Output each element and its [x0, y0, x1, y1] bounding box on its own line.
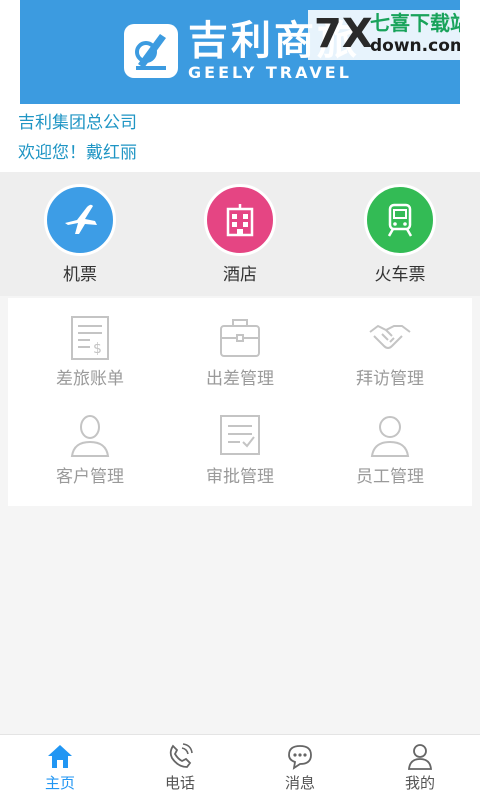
banner: 吉利商旅 GEELY TRAVEL 7X 七喜下载站 down.com: [20, 0, 460, 104]
quick-item-train[interactable]: 火车票: [350, 184, 450, 290]
grid-item-business-trip[interactable]: 出差管理: [165, 304, 315, 400]
quick-item-hotel[interactable]: 酒店: [190, 184, 290, 290]
employee-icon: [370, 416, 410, 457]
nav-messages[interactable]: 消息: [240, 735, 360, 800]
nav-phone[interactable]: 电话: [120, 735, 240, 800]
nav-label-home: 主页: [44, 774, 75, 792]
quick-item-flight[interactable]: 机票: [30, 184, 130, 290]
train-icon: [364, 184, 436, 256]
welcome-greeting: 欢迎您！戴红丽: [18, 143, 137, 163]
quick-label-hotel: 酒店: [223, 265, 257, 285]
quick-label-train: 火车票: [374, 265, 426, 285]
company-info: 吉利集团总公司 欢迎您！戴红丽: [0, 104, 480, 172]
logo-english-text: GEELY TRAVEL: [188, 63, 352, 82]
grid-label-business-trip: 出差管理: [206, 369, 274, 389]
grid-item-customer[interactable]: 客户管理: [15, 402, 165, 498]
profile-icon: [408, 744, 432, 770]
quick-booking-bar: 机票 酒店 火车票: [0, 172, 480, 296]
nav-home[interactable]: 主页: [0, 735, 120, 800]
grid-label-travel-bill: 差旅账单: [56, 369, 124, 389]
function-grid: $ 差旅账单 出差管理 拜访管理 客户管理 审批管理 员工管理: [8, 298, 472, 506]
banner-area: 吉利商旅 GEELY TRAVEL 7X 七喜下载站 down.com: [0, 0, 480, 104]
hotel-icon: [204, 184, 276, 256]
grid-item-visit[interactable]: 拜访管理: [315, 304, 465, 400]
nav-label-phone: 电话: [164, 774, 195, 792]
nav-profile[interactable]: 我的: [360, 735, 480, 800]
approval-icon: [220, 415, 260, 455]
phone-icon: [169, 743, 193, 768]
watermark: 7X 七喜下载站 down.com: [308, 10, 460, 60]
nav-label-profile: 我的: [404, 774, 435, 792]
grid-item-employee[interactable]: 员工管理: [315, 402, 465, 498]
watermark-mark: 7X: [314, 11, 373, 57]
quick-label-flight: 机票: [63, 265, 97, 285]
grid-label-approval: 审批管理: [206, 467, 274, 487]
svg-text:$: $: [93, 341, 102, 357]
bottom-nav: 主页 电话 消息 我的: [0, 734, 480, 800]
nav-label-messages: 消息: [284, 774, 315, 792]
company-name: 吉利集团总公司: [18, 113, 137, 133]
grid-item-travel-bill[interactable]: $ 差旅账单: [15, 304, 165, 400]
watermark-title: 七喜下载站: [370, 11, 460, 35]
grid-label-visit: 拜访管理: [356, 369, 424, 389]
grid-label-employee: 员工管理: [356, 467, 424, 487]
grid-label-customer: 客户管理: [56, 467, 124, 487]
geely-logo-icon: [124, 24, 178, 78]
plane-icon: [44, 184, 116, 256]
grid-item-approval[interactable]: 审批管理: [165, 402, 315, 498]
handshake-icon: [369, 324, 411, 349]
message-icon: [288, 745, 312, 770]
briefcase-icon: [220, 319, 260, 357]
watermark-domain: down.com: [370, 36, 460, 56]
customer-icon: [70, 415, 110, 457]
bill-icon: $: [71, 316, 109, 360]
home-icon: [48, 745, 72, 768]
